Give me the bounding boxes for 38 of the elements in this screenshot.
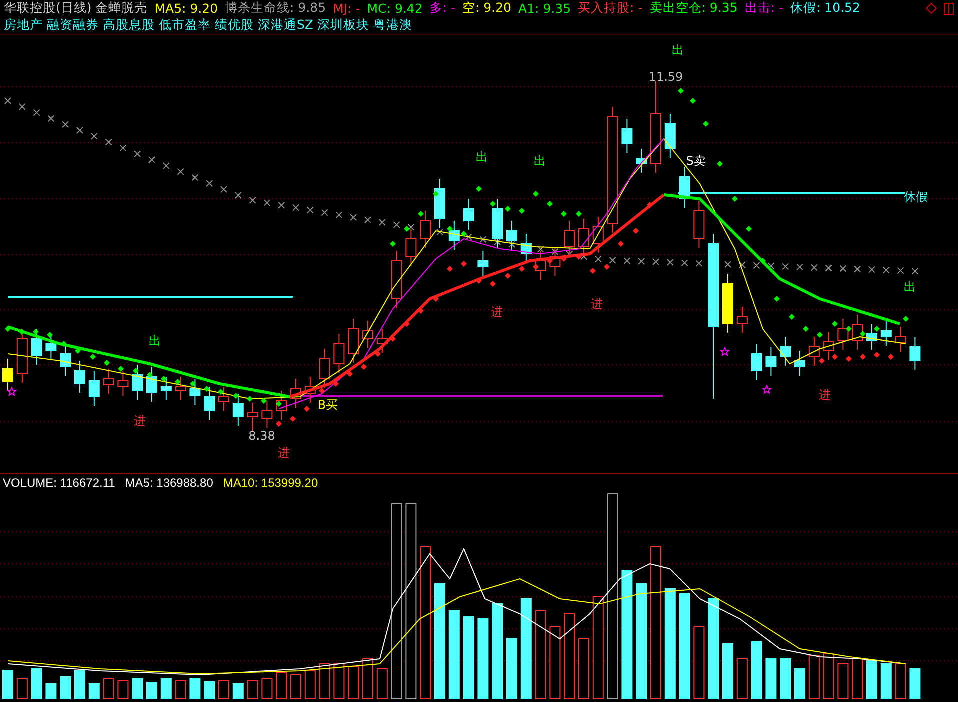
- signal-label: 出: [672, 43, 684, 57]
- indicator-label: MC: 9.42: [367, 1, 423, 16]
- indicator-label: A1: 9.35: [518, 1, 572, 16]
- signal-label: 进: [591, 297, 603, 311]
- indicator-label: MJ: -: [333, 1, 360, 16]
- indicator-label: VOLUME: 116672.11: [3, 476, 116, 490]
- sector-tag: 深港通SZ: [258, 17, 314, 34]
- signal-label: 出: [149, 334, 161, 348]
- sector-tag: 房地产: [4, 17, 43, 34]
- indicator-label: 多: -: [430, 0, 456, 17]
- indicator-label: MA5: 136988.80: [125, 476, 214, 490]
- indicator-label: 买入持股: -: [578, 0, 643, 17]
- indicator-label: 休假: 10.52: [790, 0, 860, 17]
- signal-label: 出: [476, 150, 488, 164]
- signal-label: 休假: [904, 190, 928, 204]
- signal-label: B买: [318, 398, 338, 412]
- sector-tag: 深圳板块: [318, 17, 370, 34]
- chart-title: 华联控股(日线) 金蝉脱壳: [4, 0, 148, 17]
- signal-label: S卖: [686, 154, 706, 168]
- signal-label: 进: [278, 446, 290, 460]
- indicator-label: MA5: 9.20: [154, 1, 218, 16]
- sector-tag: 低市盈率: [159, 17, 211, 34]
- indicator-label: MA10: 153999.20: [223, 476, 318, 490]
- sector-tag: 绩优股: [215, 17, 254, 34]
- indicator-label: 出击: -: [744, 0, 784, 17]
- sector-tag: 高股息股: [103, 17, 155, 34]
- sector-tag: 融资融券: [47, 17, 99, 34]
- signal-label: 出: [534, 154, 546, 168]
- signal-label: 8.38: [248, 429, 276, 443]
- signal-label: 11.59: [648, 70, 684, 84]
- signal-label: 进: [819, 388, 831, 402]
- indicator-label: 空: 9.20: [462, 0, 512, 17]
- indicator-label: 卖出空仓: 9.35: [650, 0, 738, 17]
- indicator-label: 博杀生命线: 9.85: [225, 0, 326, 17]
- signal-label: 出: [904, 280, 916, 294]
- signal-label: 进: [134, 414, 146, 428]
- signal-label: 进: [491, 305, 503, 319]
- sector-tag: 粤港澳: [374, 17, 412, 34]
